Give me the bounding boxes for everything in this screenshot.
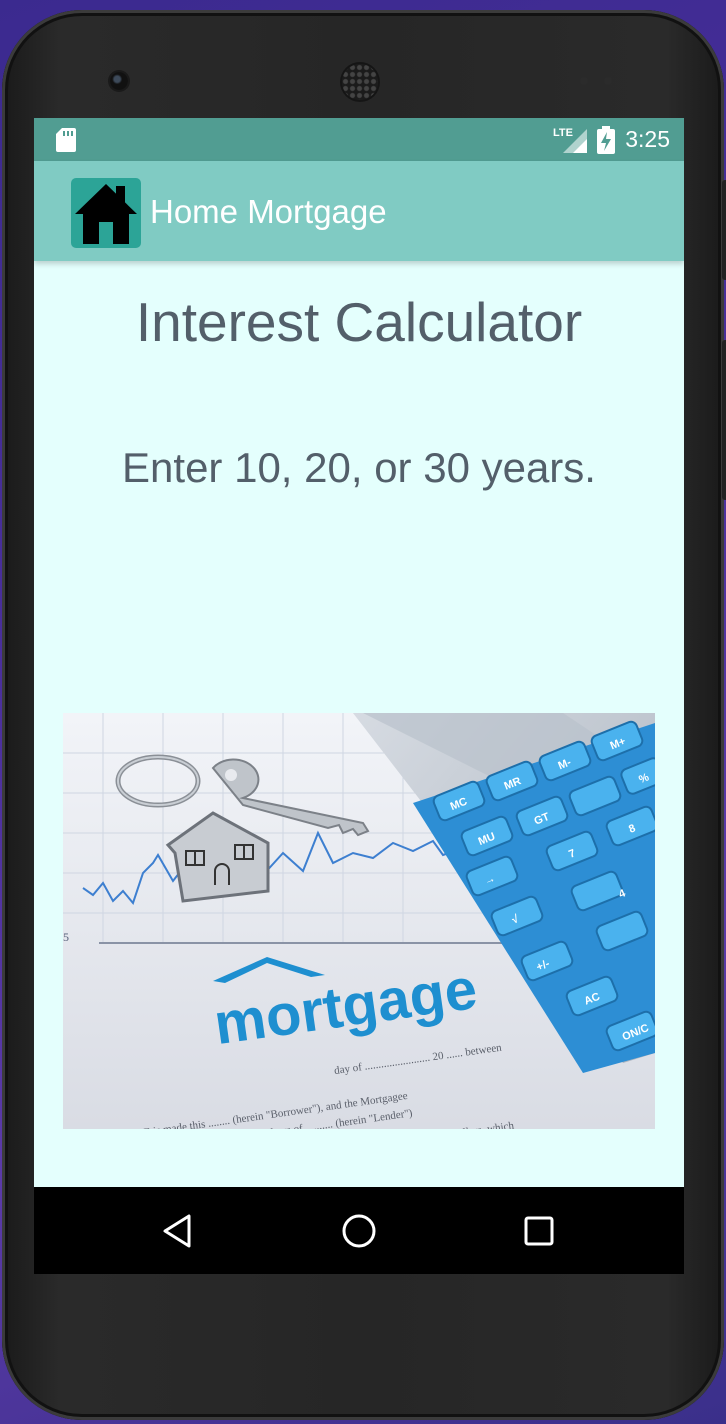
navigation-bar — [34, 1187, 684, 1274]
app-bar: Home Mortgage — [34, 161, 684, 261]
back-icon[interactable] — [159, 1211, 199, 1251]
app-title: Home Mortgage — [150, 193, 387, 230]
front-camera — [110, 72, 128, 90]
home-circle-icon[interactable] — [339, 1211, 379, 1251]
network-type-label: LTE — [553, 127, 573, 139]
mortgage-photo: 5 MC MR M- M+ MU GT % → 7 8 √ 4 +/- AC O… — [63, 713, 655, 1129]
lte-signal-icon: LTE — [553, 127, 588, 153]
page-title: Interest Calculator — [135, 291, 583, 353]
status-bar: LTE 3:25 — [34, 118, 684, 161]
recents-square-icon[interactable] — [519, 1211, 559, 1251]
clock: 3:25 — [625, 126, 670, 152]
proximity-sensor — [580, 77, 588, 85]
volume-button — [722, 180, 726, 280]
instruction-text: Enter 10, 20, or 30 years. — [122, 444, 596, 491]
svg-text:5: 5 — [63, 930, 69, 944]
earpiece-speaker — [342, 64, 378, 100]
screen: LTE 3:25 Home Mortgage Interest Calculat… — [34, 118, 684, 1274]
battery-charging-icon — [597, 125, 616, 154]
power-button — [722, 340, 726, 500]
house-icon — [71, 178, 141, 248]
sd-card-icon — [56, 128, 76, 152]
light-sensor — [604, 77, 612, 85]
